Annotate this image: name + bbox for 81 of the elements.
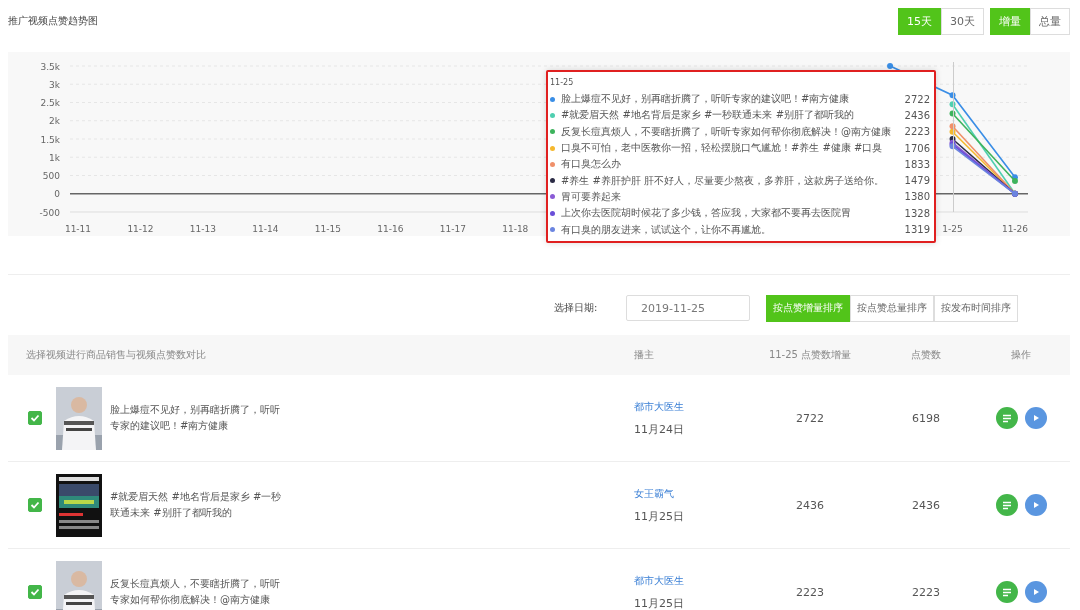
- series-name: 反复长痘真烦人，不要瞎折腾了，听听专家如何帮你彻底解决！@南方健康: [561, 124, 892, 139]
- table-cell-text: 2722: [795, 411, 825, 425]
- x-tick-label: 11-17: [439, 224, 466, 234]
- series-name: #养生 #养肝护肝 肝不好人，尽量要少熬夜，多养肝，这款房子送给你。: [561, 173, 886, 188]
- y-tick-label: 3.5k: [40, 61, 60, 72]
- x-tick-label: 11-11: [64, 224, 92, 234]
- metric-tab[interactable]: 总量: [1030, 7, 1070, 35]
- range-tab[interactable]: 15天: [898, 7, 941, 35]
- series-name: 胃可要养起来: [561, 189, 622, 204]
- series-name: 上次你去医院胡时候花了多少钱，答应我，大家都不要再去医院胃: [561, 206, 852, 221]
- series-value: 2722: [904, 93, 930, 105]
- play-icon[interactable]: [1024, 407, 1047, 429]
- video-title: 脸上爆痘不见好，别再瞎折腾了，听听专家的建议吧！#南方健康: [110, 403, 281, 433]
- checkmark-icon: [30, 587, 40, 597]
- column-header: 11-25 点赞数增量: [767, 348, 853, 362]
- table-cell-text: 6198: [911, 411, 941, 425]
- series-value: 1833: [904, 158, 930, 170]
- series-value: 1319: [904, 224, 930, 235]
- series-value: 2223: [904, 126, 930, 138]
- sort-button[interactable]: 按点赞增量排序: [766, 294, 850, 322]
- series-value: 1328: [904, 207, 930, 219]
- series-value: 1706: [904, 142, 930, 154]
- y-tick-label: -500: [39, 207, 60, 218]
- x-tick-label: 11-14: [252, 224, 279, 234]
- list-icon[interactable]: [995, 581, 1018, 603]
- x-tick-label: 1-25: [942, 224, 963, 234]
- table-cell-text: 2436: [911, 498, 941, 512]
- series-name: 口臭不可怕，老中医教你一招，轻松摆脱口气尴尬！#养生 #健康 #口臭: [561, 141, 884, 156]
- metric-tab[interactable]: 增量: [990, 7, 1030, 35]
- date-label: 选择日期:: [554, 301, 599, 315]
- publish-date: 11月24日: [634, 421, 684, 437]
- publish-date: 11月25日: [634, 595, 684, 610]
- tooltip-date: 11-25: [550, 77, 575, 89]
- x-tick-label: 11-16: [377, 224, 404, 234]
- series-value: 1380: [904, 191, 930, 203]
- y-tick-label: 500: [42, 171, 60, 181]
- publish-date: 11月25日: [634, 508, 684, 524]
- table-cell-text: 2436: [795, 498, 825, 512]
- checkbox[interactable]: [28, 498, 42, 512]
- x-tick-label: 11-18: [502, 224, 529, 234]
- point: [887, 63, 894, 69]
- x-tick-label: 11-26: [1001, 224, 1029, 234]
- sort-button[interactable]: 按点赞总量排序: [850, 294, 934, 322]
- checkmark-icon: [30, 500, 40, 510]
- y-tick-label: 3k: [49, 79, 60, 90]
- play-icon[interactable]: [1024, 494, 1047, 516]
- chart-title: 推广视频点赞趋势图: [8, 14, 98, 28]
- author-link[interactable]: 女王霸气: [634, 486, 674, 501]
- author-link[interactable]: 都市大医生: [634, 399, 684, 414]
- column-header: 播主: [634, 348, 655, 362]
- series-name: #就爱眉天然 #地名背后是家乡 #一秒联通未来 #别肝了都听我的: [561, 108, 856, 123]
- checkbox[interactable]: [28, 585, 42, 599]
- checkbox[interactable]: [28, 411, 42, 425]
- x-tick-label: 11-15: [314, 224, 341, 234]
- series-value: 2436: [904, 109, 930, 121]
- range-tab[interactable]: 30天: [941, 7, 984, 35]
- table-cell-text: 2223: [795, 585, 825, 599]
- checkmark-icon: [30, 413, 40, 423]
- column-header: 选择视频进行商品销售与视频点赞数对比: [25, 348, 207, 362]
- video-title: #就爱眉天然 #地名背后是家乡 #一秒联通未来 #别肝了都听我的: [110, 490, 283, 520]
- video-title: 反复长痘真烦人，不要瞎折腾了，听听专家如何帮你彻底解决！@南方健康: [110, 577, 281, 607]
- x-tick-label: 11-13: [189, 224, 216, 234]
- series-name: 有口臭的朋友进来，试试这个，让你不再尴尬。: [561, 222, 772, 237]
- play-icon[interactable]: [1024, 581, 1047, 603]
- list-icon[interactable]: [995, 494, 1018, 516]
- table-cell-text: 2223: [911, 585, 941, 599]
- y-tick-label: 0: [54, 189, 60, 200]
- list-icon[interactable]: [995, 407, 1018, 429]
- series-name: 脸上爆痘不见好，别再瞎折腾了，听听专家的建议吧！#南方健康: [561, 92, 851, 107]
- sort-button[interactable]: 按发布时间排序: [934, 294, 1018, 322]
- y-tick-label: 2.5k: [40, 98, 60, 108]
- series-value: 1479: [904, 175, 930, 187]
- series-name: 有口臭怎么办: [561, 157, 622, 172]
- x-tick-label: 11-12: [127, 224, 154, 234]
- date-field[interactable]: 2019-11-25: [626, 295, 750, 321]
- y-tick-label: 2k: [49, 116, 60, 127]
- column-header: 点赞数: [910, 348, 942, 362]
- author-link[interactable]: 都市大医生: [634, 573, 684, 588]
- column-header: 操作: [1010, 348, 1032, 362]
- y-tick-label: 1.5k: [40, 134, 60, 145]
- y-tick-label: 1k: [49, 152, 60, 163]
